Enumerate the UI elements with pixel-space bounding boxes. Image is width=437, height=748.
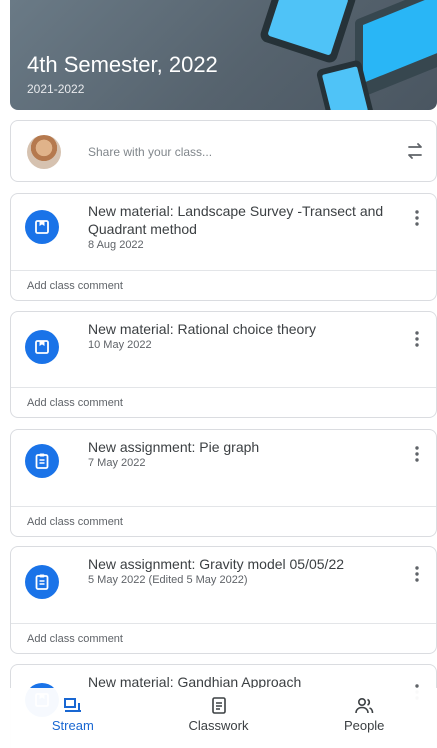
nav-classwork[interactable]: Classwork — [146, 688, 292, 748]
nav-classwork-label: Classwork — [188, 718, 249, 733]
share-with-class-box[interactable]: Share with your class... — [10, 120, 437, 182]
avatar — [27, 135, 61, 169]
stream-post[interactable]: New material: Landscape Survey -Transect… — [10, 193, 437, 301]
laptop-illustration — [355, 0, 437, 101]
post-date: 8 Aug 2022 — [88, 239, 144, 251]
post-date: 5 May 2022 (Edited 5 May 2022) — [88, 574, 248, 586]
repost-icon[interactable] — [403, 139, 427, 163]
class-title: 4th Semester, 2022 — [27, 52, 218, 77]
material-icon — [25, 330, 59, 364]
nav-stream[interactable]: Stream — [0, 688, 146, 748]
post-title[interactable]: New assignment: Pie graph — [88, 438, 396, 456]
post-title[interactable]: New material: Rational choice theory — [88, 320, 396, 338]
stream-post[interactable]: New material: Rational choice theory 10 … — [10, 311, 437, 418]
nav-people-label: People — [343, 718, 385, 733]
add-class-comment[interactable]: Add class comment — [11, 387, 436, 417]
post-date: 7 May 2022 — [88, 457, 146, 469]
more-options-icon[interactable] — [414, 445, 420, 463]
add-class-comment[interactable]: Add class comment — [11, 270, 436, 300]
more-options-icon[interactable] — [414, 565, 420, 583]
class-subtitle: 2021-2022 — [27, 82, 85, 96]
nav-people[interactable]: People — [291, 688, 437, 748]
add-class-comment[interactable]: Add class comment — [11, 506, 436, 536]
assignment-icon — [25, 565, 59, 599]
stream-post[interactable]: New assignment: Gravity model 05/05/22 5… — [10, 546, 437, 654]
more-options-icon[interactable] — [414, 330, 420, 348]
assignment-icon — [25, 444, 59, 478]
tablet-illustration — [258, 0, 358, 65]
add-class-comment[interactable]: Add class comment — [11, 623, 436, 653]
post-title[interactable]: New assignment: Gravity model 05/05/22 — [88, 555, 396, 573]
stream-icon — [63, 698, 81, 712]
nav-stream-label: Stream — [51, 718, 94, 733]
post-title[interactable]: New material: Landscape Survey -Transect… — [88, 202, 396, 238]
post-date: 10 May 2022 — [88, 339, 152, 351]
classwork-icon — [211, 697, 226, 714]
more-options-icon[interactable] — [414, 209, 420, 227]
class-banner: 4th Semester, 2022 2021-2022 — [10, 0, 437, 110]
people-icon — [355, 697, 374, 714]
bottom-navigation: Stream Classwork People — [0, 688, 437, 748]
share-placeholder[interactable]: Share with your class... — [88, 145, 212, 159]
material-icon — [25, 210, 59, 244]
stream-post[interactable]: New assignment: Pie graph 7 May 2022 Add… — [10, 429, 437, 537]
